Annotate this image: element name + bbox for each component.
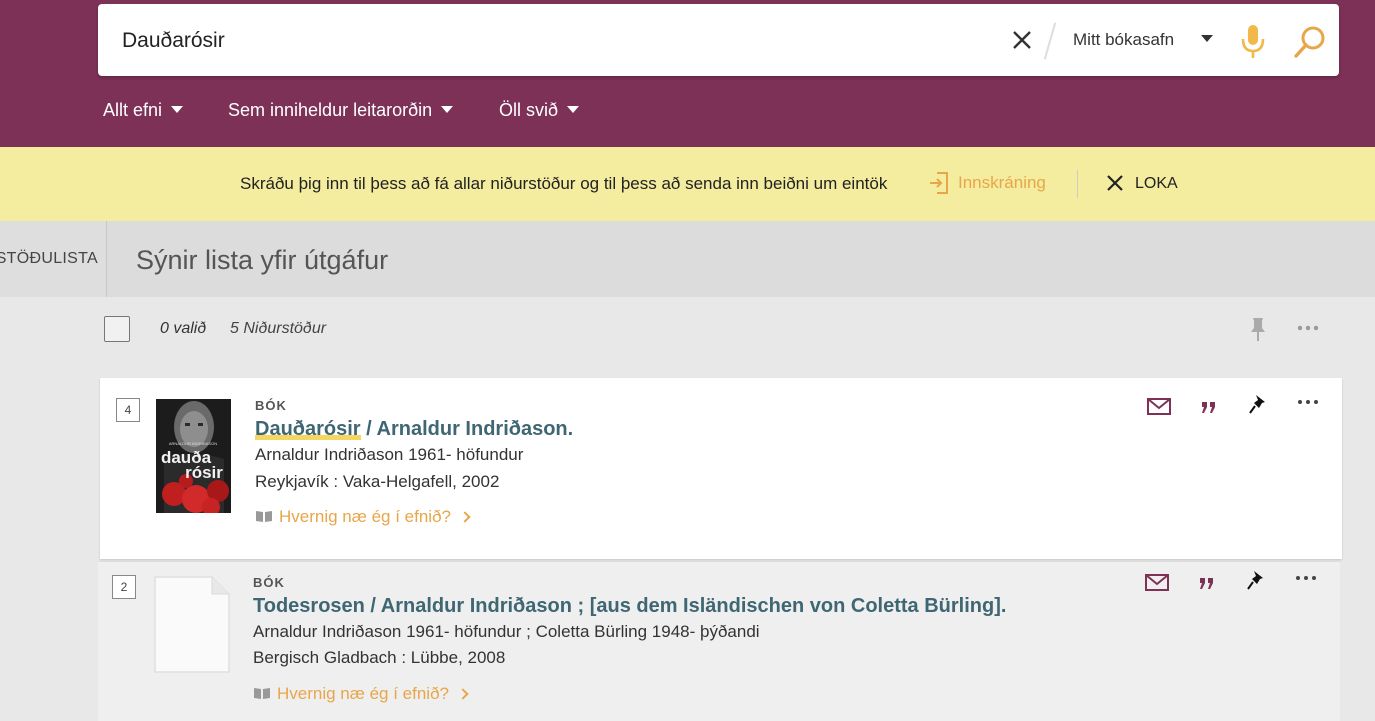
email-icon[interactable] <box>1144 570 1170 594</box>
result-item[interactable]: 2 BÓK Todesrosen / Arnaldur Indriðason ;… <box>98 561 1340 721</box>
scope-selector[interactable]: Mitt bókasafn <box>1073 30 1174 50</box>
material-type: BÓK <box>253 575 285 590</box>
result-publisher: Reykjavík : Vaka-Helgafell, 2002 <box>255 472 500 491</box>
result-number: 4 <box>116 398 140 422</box>
filter-material-type[interactable]: Allt efni <box>103 100 184 121</box>
top-header: Mitt bókasafn Allt efni Sem inniheldur l… <box>0 0 1375 147</box>
citation-icon[interactable] <box>1194 570 1220 594</box>
open-book-icon <box>256 510 272 522</box>
clear-search-icon[interactable] <box>1008 26 1036 54</box>
cover-author-text: ARNALDUR INDRIÐASON <box>169 441 217 446</box>
page-title: Sýnir lista yfir útgáfur <box>136 245 389 275</box>
selected-count: 0 valið <box>160 320 207 337</box>
result-author: Arnaldur Indriðason 1961- höfundur ; Col… <box>253 622 760 641</box>
search-icon[interactable] <box>1292 24 1328 60</box>
microphone-icon[interactable] <box>1240 23 1266 61</box>
notice-divider <box>1077 170 1078 198</box>
cover-title-line2: rósir <box>185 463 223 482</box>
result-author: Arnaldur Indriðason 1961- höfundur <box>255 445 524 464</box>
availability-link[interactable]: Hvernig næ ég í efnið? <box>253 684 469 704</box>
filter-search-mode[interactable]: Sem inniheldur leitarorðin <box>228 100 454 121</box>
result-count: 5 Niðurstöður <box>230 320 327 337</box>
caret-down-icon <box>171 105 184 113</box>
more-options-icon[interactable] <box>1296 320 1320 336</box>
notice-text: Skráðu þig inn til þess að fá allar niðu… <box>240 174 888 193</box>
caret-down-icon <box>567 105 580 113</box>
more-options-icon[interactable] <box>1293 568 1319 592</box>
more-options-icon[interactable] <box>1295 392 1321 416</box>
result-number: 2 <box>112 575 136 599</box>
book-cover-thumbnail[interactable]: ARNALDUR INDRIÐASON dauða rósir <box>156 399 231 513</box>
close-notice-button[interactable]: LOKA <box>1135 175 1178 193</box>
search-input[interactable] <box>122 26 982 56</box>
pin-icon[interactable] <box>1246 392 1272 416</box>
select-all-checkbox[interactable] <box>104 316 130 342</box>
back-to-results-tab[interactable]: RSTÖÐULISTA <box>0 221 107 297</box>
caret-down-icon[interactable] <box>1201 35 1213 42</box>
filter-fields[interactable]: Öll svið <box>499 100 580 121</box>
chevron-right-icon <box>457 688 469 700</box>
title-rest: / Arnaldur Indriðason. <box>360 418 574 440</box>
open-book-icon <box>254 687 270 699</box>
highlighted-term: Dauðarósir <box>255 418 361 440</box>
result-item[interactable]: 4 ARNALDUR INDRIÐASON dauða rósir BÓK Da… <box>100 378 1342 559</box>
email-icon[interactable] <box>1146 394 1172 418</box>
chevron-right-icon <box>459 511 471 523</box>
login-link[interactable]: Innskráning <box>958 173 1046 193</box>
search-divider <box>1043 22 1057 60</box>
search-box: Mitt bókasafn <box>98 4 1339 76</box>
sign-in-icon[interactable] <box>928 170 950 196</box>
material-type: BÓK <box>255 398 287 413</box>
result-publisher: Bergisch Gladbach : Lübbe, 2008 <box>253 648 506 667</box>
result-title-link[interactable]: Dauðarósir / Arnaldur Indriðason. <box>255 418 573 441</box>
caret-down-icon <box>441 105 454 113</box>
availability-link[interactable]: Hvernig næ ég í efnið? <box>255 507 471 527</box>
result-title-link[interactable]: Todesrosen / Arnaldur Indriðason ; [aus … <box>253 595 1006 618</box>
close-icon[interactable] <box>1105 173 1125 193</box>
citation-icon[interactable] <box>1196 394 1222 418</box>
no-cover-placeholder-icon[interactable] <box>152 575 232 675</box>
pin-icon[interactable] <box>1244 568 1270 592</box>
pin-icon[interactable] <box>1248 316 1268 342</box>
